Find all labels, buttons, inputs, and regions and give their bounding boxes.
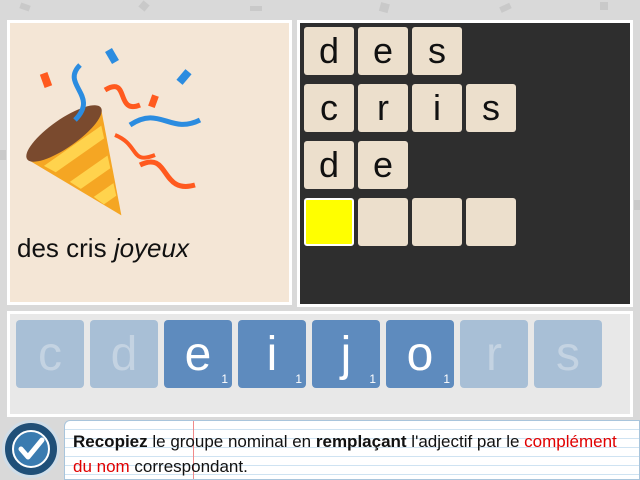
- letter-count: 1: [295, 372, 302, 386]
- phrase-prefix: des cris: [17, 233, 114, 263]
- instruction-text: Recopiez le groupe nominal en remplaçant…: [73, 429, 629, 479]
- validate-button[interactable]: [2, 420, 60, 478]
- instruction-part-3: correspondant.: [129, 457, 248, 476]
- letter-tile-j[interactable]: j1: [312, 320, 380, 388]
- letter-tile-o[interactable]: o1: [386, 320, 454, 388]
- check-icon: [12, 430, 50, 468]
- answer-row-3: d e: [304, 141, 408, 189]
- answer-tile: r: [358, 84, 408, 132]
- answer-tile: e: [358, 141, 408, 189]
- letter-tile-d: d: [90, 320, 158, 388]
- letter: s: [556, 327, 580, 381]
- letter-count: 1: [221, 372, 228, 386]
- letter-count: 1: [443, 372, 450, 386]
- phrase-text: des cris joyeux: [17, 233, 189, 264]
- instruction-bold-1: Recopiez: [73, 432, 148, 451]
- answer-slot[interactable]: [466, 198, 516, 246]
- answer-slot-active[interactable]: [304, 198, 354, 246]
- letter: c: [38, 327, 62, 381]
- letter: r: [486, 327, 502, 381]
- answer-slot[interactable]: [412, 198, 462, 246]
- letter-tile-i[interactable]: i1: [238, 320, 306, 388]
- letter-bank: c d e1 i1 j1 o1 r s: [7, 311, 633, 417]
- letter-tile-e[interactable]: e1: [164, 320, 232, 388]
- answer-row-4: [304, 198, 516, 246]
- party-popper-icon: [26, 47, 202, 216]
- instruction-bar: Recopiez le groupe nominal en remplaçant…: [0, 418, 640, 480]
- answer-panel: d e s c r i s d e: [297, 20, 633, 307]
- instruction-part-2: l'adjectif par le: [406, 432, 525, 451]
- letter: e: [184, 327, 212, 381]
- instruction-note: Recopiez le groupe nominal en remplaçant…: [64, 420, 640, 480]
- letter-tile-s: s: [534, 320, 602, 388]
- letter-tile-c: c: [16, 320, 84, 388]
- letter: o: [406, 327, 434, 381]
- answer-tile: d: [304, 141, 354, 189]
- answer-slot[interactable]: [358, 198, 408, 246]
- letter-tile-r: r: [460, 320, 528, 388]
- answer-tile: d: [304, 27, 354, 75]
- letter: d: [110, 327, 138, 381]
- answer-tile: s: [466, 84, 516, 132]
- phrase-adjective: joyeux: [113, 233, 189, 263]
- answer-row-1: d e s: [304, 27, 462, 75]
- letter: j: [340, 327, 352, 381]
- instruction-bold-2: remplaçant: [315, 432, 407, 451]
- answer-tile: s: [412, 27, 462, 75]
- instruction-part-1: le groupe nominal en: [147, 432, 316, 451]
- answer-row-2: c r i s: [304, 84, 516, 132]
- letter-count: 1: [369, 372, 376, 386]
- answer-tile: c: [304, 84, 354, 132]
- answer-tile: i: [412, 84, 462, 132]
- illustration-panel: des cris joyeux: [7, 20, 292, 305]
- letter: i: [266, 327, 278, 381]
- answer-tile: e: [358, 27, 408, 75]
